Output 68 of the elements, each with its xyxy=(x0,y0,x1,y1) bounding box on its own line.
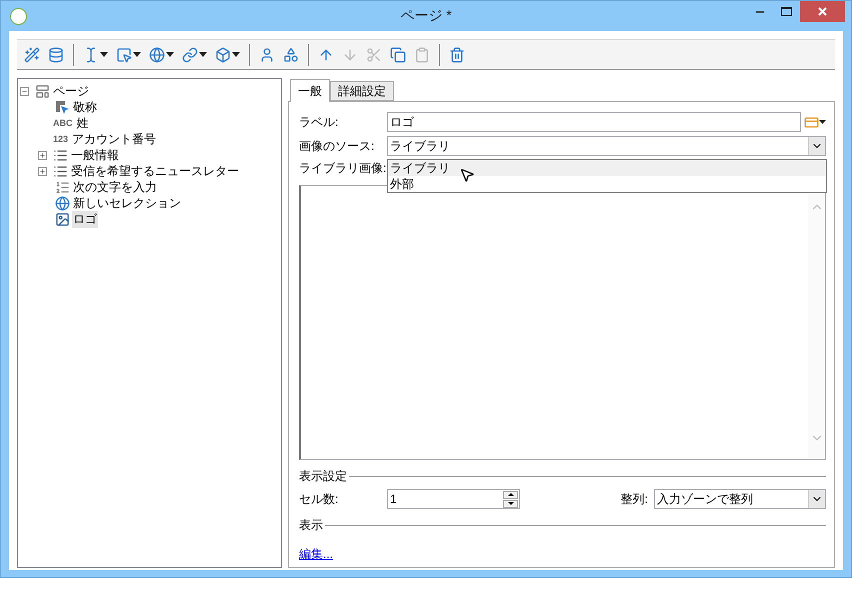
expand-button[interactable] xyxy=(38,150,47,160)
source-dropdown[interactable]: ライブラリ xyxy=(387,136,826,156)
tab[interactable]: 詳細設定 xyxy=(330,81,394,101)
database-icon xyxy=(48,46,64,62)
sequence-icon xyxy=(55,180,70,194)
copy-icon xyxy=(390,46,406,62)
caret-icon xyxy=(199,52,207,57)
field-label: ライブラリ画像: xyxy=(299,160,387,177)
tree-item[interactable]: 一般情報 xyxy=(70,146,120,164)
shapes-icon xyxy=(283,46,299,62)
close-icon xyxy=(818,7,827,16)
image-icon xyxy=(55,212,70,226)
cell-count-field[interactable]: 1 xyxy=(387,489,520,509)
tab[interactable]: 一般 xyxy=(290,79,330,102)
link-icon xyxy=(182,46,198,62)
box-icon xyxy=(215,46,231,62)
caret-icon xyxy=(166,52,174,57)
selector-icon xyxy=(55,100,70,114)
group-icon xyxy=(53,164,68,178)
field-label: ラベル: xyxy=(299,114,340,130)
tree-item[interactable]: アカウント番号 xyxy=(71,130,158,148)
close-button[interactable] xyxy=(800,1,845,22)
up-icon xyxy=(318,46,334,62)
globe-icon xyxy=(55,196,70,210)
spin-down-button[interactable] xyxy=(503,500,518,508)
caret-icon xyxy=(133,52,141,57)
wand-icon xyxy=(24,46,40,62)
caret-icon xyxy=(100,52,108,57)
person-icon xyxy=(259,46,275,62)
align-dropdown[interactable]: 入力ゾーンで整列 xyxy=(654,489,826,509)
expand-button[interactable] xyxy=(38,166,47,176)
selector-icon xyxy=(116,46,132,62)
group-icon xyxy=(53,148,68,162)
trash-icon xyxy=(449,46,465,62)
plus-icon xyxy=(39,168,46,174)
window-title: ページ * xyxy=(400,7,452,25)
cut-icon xyxy=(366,46,382,62)
tree-item[interactable]: 敬称 xyxy=(72,98,98,116)
caret-icon[interactable] xyxy=(819,120,826,124)
mouse-pointer-icon xyxy=(459,167,475,183)
section-title: 表示 xyxy=(299,517,323,534)
app-icon xyxy=(10,8,27,24)
tree-item[interactable]: 新しいセレクション xyxy=(72,194,182,212)
page-icon xyxy=(35,84,50,98)
field-label: セル数: xyxy=(299,490,340,508)
maximize-icon xyxy=(781,7,792,16)
tree-item[interactable]: ページ xyxy=(52,82,90,100)
field-label: 整列: xyxy=(620,490,648,508)
section-title: 表示設定 xyxy=(299,468,347,485)
down-triangle-icon xyxy=(508,502,514,505)
tree-item[interactable]: ロゴ xyxy=(72,210,98,228)
tree-item[interactable]: 受信を希望するニュースレター xyxy=(70,162,240,180)
tree-item[interactable]: 次の文字を入力 xyxy=(72,178,158,196)
spin-up-button[interactable] xyxy=(503,490,518,498)
edit-link[interactable]: 編集... xyxy=(299,546,334,563)
collapse-button[interactable] xyxy=(20,86,29,96)
caret-icon xyxy=(232,52,240,57)
up-triangle-icon xyxy=(508,493,514,496)
globe-icon xyxy=(149,46,165,62)
down-icon xyxy=(342,46,358,62)
plus-icon xyxy=(39,152,46,158)
dropdown-option[interactable]: ライブラリ xyxy=(388,160,826,176)
tree-item[interactable]: 姓 xyxy=(76,114,90,132)
label-field[interactable]: ロゴ xyxy=(387,112,801,132)
field-label: 画像のソース: xyxy=(299,138,376,154)
field-type-icon: ABC xyxy=(53,118,72,128)
field-type-icon: 123 xyxy=(53,134,68,144)
paste-icon xyxy=(414,46,430,62)
